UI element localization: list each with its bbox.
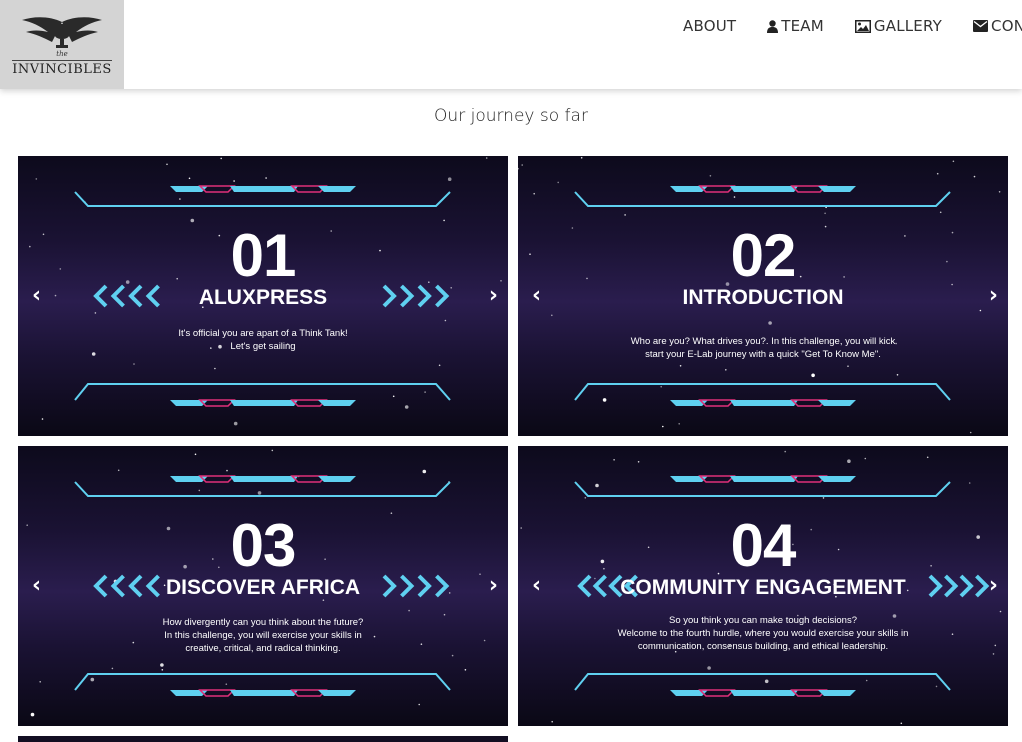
journey-card-01: 01 ALUXPRESS It's official you are apart… — [18, 156, 508, 436]
envelope-icon — [973, 20, 989, 32]
card-title: ALUXPRESS — [198, 286, 328, 309]
site-header: the INVINCIBLES ABOUT TEAM GALLERY CON — [0, 0, 1022, 89]
journey-card-03: 03 DISCOVER AFRICA How divergently can y… — [18, 446, 508, 726]
brand-prefix: the — [56, 50, 68, 58]
carousel-next-button[interactable]: › — [989, 284, 998, 308]
user-icon — [767, 19, 779, 33]
nav-team[interactable]: TEAM — [767, 17, 824, 35]
card-number: 02 — [730, 222, 797, 289]
carousel-next-button[interactable]: › — [489, 284, 498, 308]
nav-contact-label: CON — [991, 17, 1022, 35]
main-nav: ABOUT TEAM GALLERY CON — [683, 17, 1022, 35]
card-number: 01 — [230, 222, 297, 289]
card-title: COMMUNITY ENGAGEMENT — [620, 576, 906, 599]
nav-contact[interactable]: CON — [973, 17, 1022, 35]
card-number: 03 — [230, 512, 297, 579]
nav-about[interactable]: ABOUT — [683, 17, 736, 35]
image-icon — [854, 19, 871, 33]
winged-trophy-icon — [22, 17, 102, 48]
card-title: INTRODUCTION — [682, 286, 844, 309]
carousel-prev-button[interactable]: ‹ — [532, 284, 541, 308]
brand-logo[interactable]: the INVINCIBLES — [0, 0, 124, 89]
carousel-prev-button[interactable]: ‹ — [532, 574, 541, 598]
carousel-prev-button[interactable]: ‹ — [32, 284, 41, 308]
journey-card-05-partial — [18, 736, 508, 742]
nav-team-label: TEAM — [781, 17, 824, 35]
journey-card-02: 02 INTRODUCTION Who are you? What drives… — [518, 156, 1008, 436]
carousel-prev-button[interactable]: ‹ — [32, 574, 41, 598]
card-description: It's official you are apart of a Think T… — [178, 328, 348, 352]
nav-gallery[interactable]: GALLERY — [854, 17, 943, 35]
nav-gallery-label: GALLERY — [873, 17, 943, 35]
carousel-next-button[interactable]: › — [989, 574, 998, 598]
card-description: So you think you can make tough decision… — [617, 615, 909, 652]
carousel-next-button[interactable]: › — [489, 574, 498, 598]
card-description: How divergently can you think about the … — [162, 617, 364, 654]
card-number: 04 — [730, 512, 797, 579]
nav-about-label: ABOUT — [683, 17, 737, 35]
section-title: Our journey so far — [434, 106, 588, 126]
card-description: Who are you? What drives you?. In this c… — [630, 336, 896, 360]
journey-card-04: 04 COMMUNITY ENGAGEMENT So you think you… — [518, 446, 1008, 726]
card-title: DISCOVER AFRICA — [165, 576, 361, 599]
brand-name: INVINCIBLES — [12, 60, 112, 77]
